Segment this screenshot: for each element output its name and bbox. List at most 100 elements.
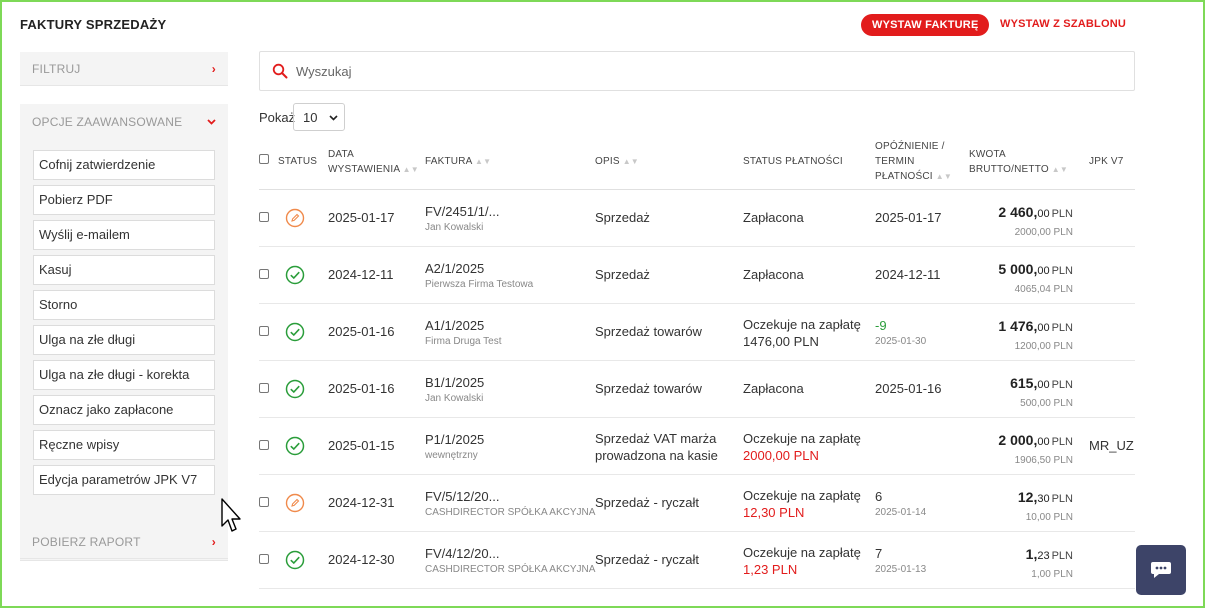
issue-from-template-button[interactable]: WYSTAW Z SZABLONU [1000, 18, 1126, 30]
invoice-number-link[interactable]: B1/1/2025 [425, 375, 484, 390]
row-description: Sprzedaż towarów [595, 381, 702, 396]
search-icon [272, 63, 288, 79]
net-amount: 4065,04 PLN [1014, 284, 1073, 295]
row-date: 2025-01-16 [328, 381, 395, 396]
option-undo-approval[interactable]: Cofnij zatwierdzenie [33, 150, 215, 180]
check-circle-icon[interactable] [285, 322, 305, 342]
table-row[interactable]: 2024-12-11 A2/1/2025 Pierwsza Firma Test… [259, 247, 1135, 304]
header-amount[interactable]: KWOTA BRUTTO/NETTO ▲▼ [969, 147, 1068, 177]
mouse-cursor-icon [221, 498, 241, 532]
option-download-pdf[interactable]: Pobierz PDF [33, 185, 215, 215]
option-storno[interactable]: Storno [33, 290, 215, 320]
filter-panel-toggle[interactable]: FILTRUJ › [20, 52, 228, 86]
payment-status: Oczekuje na zapłatę [743, 488, 861, 503]
client-name: Jan Kowalski [425, 393, 484, 404]
row-checkbox[interactable] [259, 383, 269, 393]
payment-remaining: 12,30 PLN [743, 505, 805, 520]
invoice-number-link[interactable]: FV/5/12/20... [425, 489, 499, 504]
gross-amount: 5 000,00 PLN [998, 261, 1073, 277]
table-row[interactable]: 2025-01-17 FV/2451/1/... Jan Kowalski Sp… [259, 190, 1135, 247]
advanced-options-panel: OPCJE ZAAWANSOWANE Cofnij zatwierdzenie … [20, 104, 228, 561]
invoice-number-link[interactable]: FV/2451/1/... [425, 204, 499, 219]
pencil-icon[interactable] [285, 493, 305, 513]
header-delay-line1: OPÓŹNIENIE / [875, 141, 945, 152]
client-name: CASHDIRECTOR SPÓŁKA AKCYJNA [425, 564, 596, 575]
row-checkbox[interactable] [259, 212, 269, 222]
net-amount: 1200,00 PLN [1014, 341, 1073, 352]
download-report-toggle[interactable]: POBIERZ RAPORT › [20, 525, 228, 559]
due-date: 2025-01-17 [875, 210, 942, 225]
header-invoice-label: FAKTURA [425, 156, 472, 167]
chat-bubble-icon [1151, 562, 1171, 578]
page-size-value: 10 [303, 110, 318, 125]
row-description-line2: prowadzona na kasie [595, 448, 718, 463]
due-date: 2024-12-11 [875, 267, 941, 282]
table-header: STATUS DATA WYSTAWIENIA ▲▼ FAKTURA ▲▼ OP… [259, 138, 1135, 190]
option-manual-entries[interactable]: Ręczne wpisy [33, 430, 215, 460]
header-invoice[interactable]: FAKTURA ▲▼ [425, 154, 491, 169]
gross-amount: 2 460,00 PLN [998, 204, 1073, 220]
option-mark-paid[interactable]: Oznacz jako zapłacone [33, 395, 215, 425]
search-input[interactable] [294, 62, 1094, 80]
sort-icon: ▲▼ [402, 165, 419, 174]
advanced-options-toggle[interactable]: OPCJE ZAAWANSOWANE [20, 104, 228, 140]
row-description: Sprzedaż towarów [595, 324, 702, 339]
row-checkbox[interactable] [259, 269, 269, 279]
net-amount: 500,00 PLN [1020, 398, 1073, 409]
invoice-number-link[interactable]: P1/1/2025 [425, 432, 484, 447]
client-name: Firma Druga Test [425, 336, 502, 347]
table-row[interactable]: 2025-01-16 B1/1/2025 Jan Kowalski Sprzed… [259, 361, 1135, 418]
check-circle-icon[interactable] [285, 436, 305, 456]
invoice-number-link[interactable]: FV/4/12/20... [425, 546, 499, 561]
option-send-email[interactable]: Wyślij e-mailem [33, 220, 215, 250]
row-date: 2025-01-16 [328, 324, 395, 339]
check-circle-icon[interactable] [285, 265, 305, 285]
sort-icon: ▲▼ [474, 157, 492, 166]
advanced-options-list: Cofnij zatwierdzenie Pobierz PDF Wyślij … [20, 140, 228, 495]
row-checkbox[interactable] [259, 554, 269, 564]
row-date: 2024-12-30 [328, 552, 395, 567]
chat-button[interactable] [1136, 545, 1186, 595]
table-row[interactable]: 2024-12-31 FV/5/12/20... CASHDIRECTOR SP… [259, 475, 1135, 532]
row-checkbox[interactable] [259, 440, 269, 450]
select-all-checkbox[interactable] [259, 154, 269, 164]
payment-status: Zapłacona [743, 381, 804, 396]
row-description: Sprzedaż - ryczałt [595, 552, 700, 567]
table-row[interactable]: 2024-12-30 FV/4/12/20... CASHDIRECTOR SP… [259, 532, 1135, 589]
net-amount: 2000,00 PLN [1014, 227, 1073, 238]
invoice-number-link[interactable]: A1/1/2025 [425, 318, 484, 333]
issue-invoice-button[interactable]: WYSTAW FAKTURĘ [861, 14, 990, 36]
row-date: 2025-01-17 [328, 210, 395, 225]
header-description[interactable]: OPIS ▲▼ [595, 154, 639, 169]
sidebar: FILTRUJ › OPCJE ZAAWANSOWANE Cofnij zatw… [20, 52, 228, 561]
gross-amount: 1,23 PLN [1025, 546, 1073, 562]
row-description: Sprzedaż VAT marża [595, 431, 717, 446]
header-date[interactable]: DATA WYSTAWIENIA ▲▼ [328, 147, 419, 177]
sort-icon: ▲▼ [1051, 165, 1069, 174]
table-row[interactable]: 2025-01-16 A1/1/2025 Firma Druga Test Sp… [259, 304, 1135, 361]
row-checkbox[interactable] [259, 497, 269, 507]
table-row[interactable]: 2025-01-15 P1/1/2025 wewnętrzny Sprzedaż… [259, 418, 1135, 475]
header-delay-line3: PŁATNOŚCI [875, 171, 933, 182]
payment-remaining: 1476,00 PLN [743, 334, 819, 349]
chevron-right-icon: › [211, 534, 216, 549]
gross-amount: 12,30 PLN [1017, 489, 1073, 505]
advanced-options-label: OPCJE ZAAWANSOWANE [32, 115, 183, 129]
header-description-label: OPIS [595, 156, 620, 167]
row-description: Sprzedaż [595, 210, 650, 225]
option-delete[interactable]: Kasuj [33, 255, 215, 285]
option-bad-debt-relief-correction[interactable]: Ulga na złe długi - korekta [33, 360, 215, 390]
invoice-number-link[interactable]: A2/1/2025 [425, 261, 484, 276]
client-name: Jan Kowalski [425, 222, 484, 233]
row-checkbox[interactable] [259, 326, 269, 336]
client-name: wewnętrzny [425, 450, 478, 461]
header-delay[interactable]: OPÓŹNIENIE / TERMIN PŁATNOŚCI ▲▼ [875, 139, 952, 184]
page-size-select[interactable]: 10 [293, 103, 345, 131]
client-name: Pierwsza Firma Testowa [425, 279, 534, 290]
option-bad-debt-relief[interactable]: Ulga na złe długi [33, 325, 215, 355]
check-circle-icon[interactable] [285, 550, 305, 570]
net-amount: 1906,50 PLN [1014, 455, 1073, 466]
pencil-icon[interactable] [285, 208, 305, 228]
option-edit-jpk-params[interactable]: Edycja parametrów JPK V7 [33, 465, 215, 495]
check-circle-icon[interactable] [285, 379, 305, 399]
